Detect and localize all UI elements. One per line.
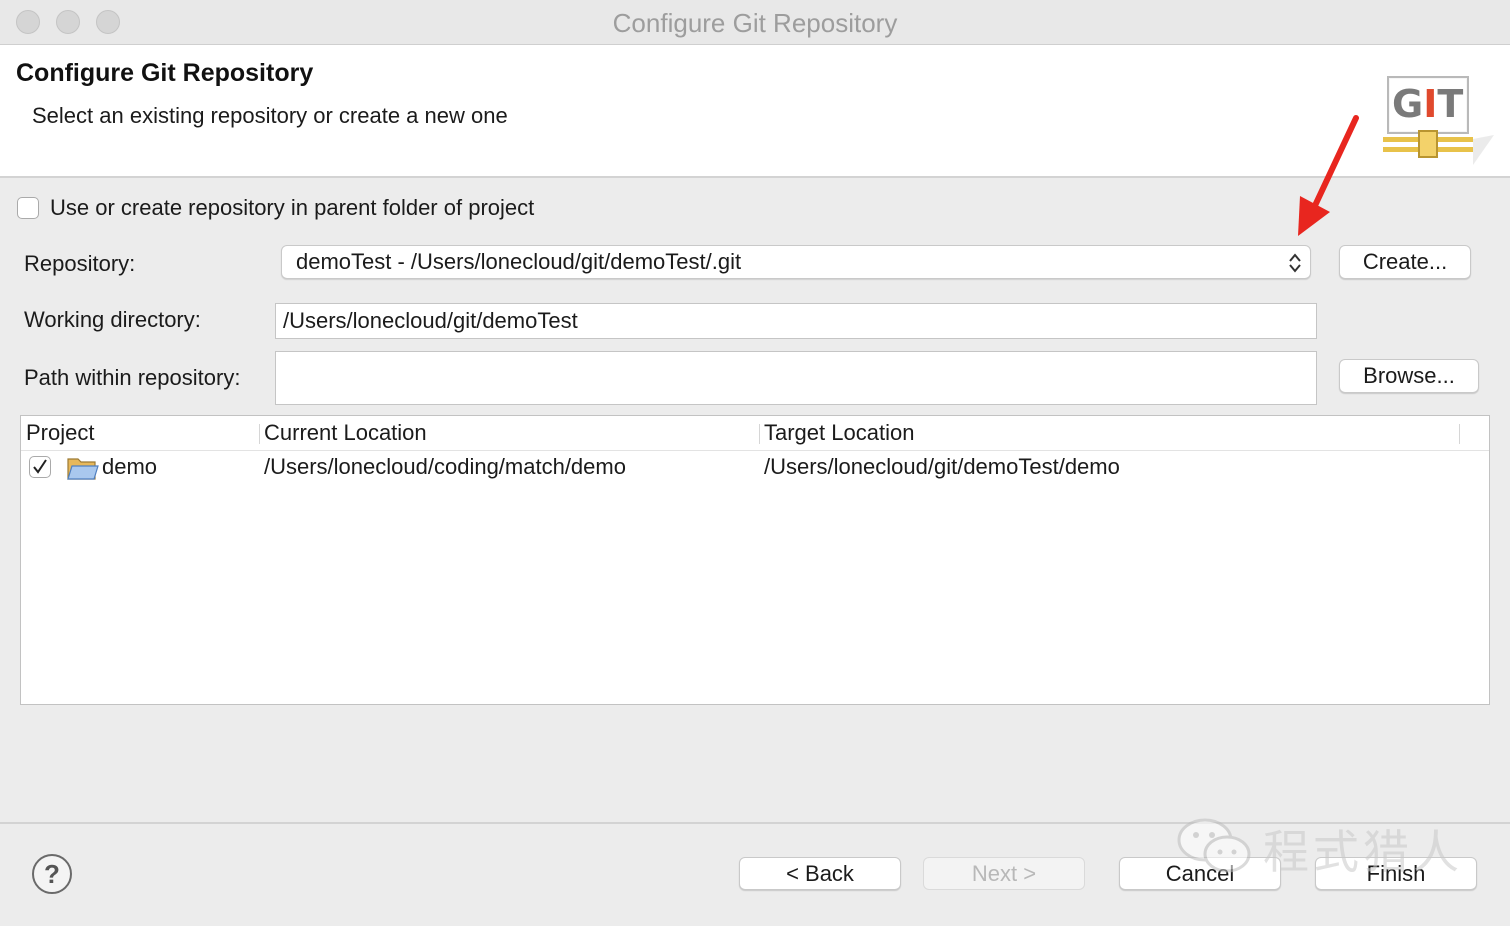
page-description: Select an existing repository or create … (32, 103, 508, 128)
target-location-cell: /Users/lonecloud/git/demoTest/demo (764, 454, 1120, 479)
git-logo-icon: GIT (1383, 76, 1494, 165)
create-button[interactable]: Create... (1339, 245, 1471, 279)
current-location-cell: /Users/lonecloud/coding/match/demo (264, 454, 626, 479)
parent-folder-checkbox-label: Use or create repository in parent folde… (50, 195, 535, 220)
column-header-current-location[interactable]: Current Location (259, 416, 759, 450)
path-within-repository-field[interactable] (275, 351, 1317, 405)
project-folder-icon (67, 458, 99, 480)
help-icon[interactable]: ? (32, 854, 72, 894)
watermark: 程式猎人 (1175, 812, 1475, 882)
table-header: Project Current Location Target Location (21, 416, 1489, 451)
column-header-target-location[interactable]: Target Location (759, 416, 1459, 450)
select-stepper-icon (1289, 253, 1301, 273)
parent-folder-checkbox[interactable] (17, 197, 39, 219)
projects-table: Project Current Location Target Location… (20, 415, 1490, 705)
red-arrow-annotation (1298, 115, 1359, 236)
repository-select[interactable]: demoTest - /Users/lonecloud/git/demoTest… (281, 245, 1311, 279)
wechat-icon (1177, 818, 1251, 873)
next-button[interactable]: Next > (923, 857, 1085, 890)
checkmark-icon (33, 459, 47, 474)
git-logo-text: GIT (1392, 82, 1463, 126)
repository-select-value: demoTest - /Users/lonecloud/git/demoTest… (296, 249, 742, 274)
working-directory-field[interactable]: /Users/lonecloud/git/demoTest (275, 303, 1317, 339)
project-row-checkbox[interactable] (29, 456, 51, 478)
working-directory-label: Working directory: (24, 307, 201, 332)
project-name: demo (102, 454, 158, 479)
watermark-text: 程式猎人 (1263, 825, 1463, 879)
column-separator[interactable] (1459, 424, 1460, 444)
path-within-repository-label: Path within repository: (24, 365, 241, 390)
browse-button[interactable]: Browse... (1339, 359, 1479, 393)
page-title: Configure Git Repository (16, 59, 314, 87)
column-header-project[interactable]: Project (21, 416, 259, 450)
repository-label: Repository: (24, 251, 136, 276)
window-titlebar: Configure Git Repository (0, 0, 1510, 45)
window-title: Configure Git Repository (612, 8, 898, 38)
back-button[interactable]: < Back (739, 857, 901, 890)
